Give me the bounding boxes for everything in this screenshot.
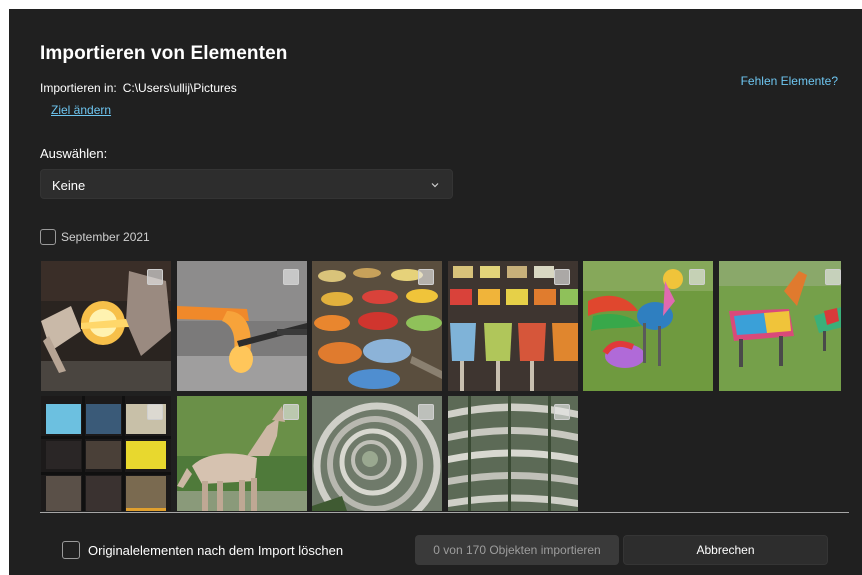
cancel-button[interactable]: Abbrechen: [623, 535, 828, 565]
import-button[interactable]: 0 von 170 Objekten importieren: [415, 535, 619, 565]
date-group-label: September 2021: [61, 229, 150, 244]
photo-tile[interactable]: [41, 396, 171, 511]
photo-checkbox[interactable]: [825, 269, 841, 285]
change-target-link[interactable]: Ziel ändern: [51, 103, 111, 117]
photo-tile[interactable]: [312, 396, 442, 511]
photo-tile[interactable]: [312, 261, 442, 391]
select-dropdown[interactable]: Keine: [40, 169, 453, 199]
photo-thumbnail: [719, 261, 841, 391]
import-destination-path: C:\Users\ullij\Pictures: [122, 81, 237, 95]
import-destination-label: Importieren in:: [40, 81, 117, 95]
select-label: Auswählen:: [40, 146, 108, 161]
select-dropdown-value: Keine: [52, 178, 86, 193]
photo-tile[interactable]: [41, 261, 171, 391]
delete-originals-label: Originalelementen nach dem Import lösche…: [88, 542, 344, 558]
photo-checkbox[interactable]: [147, 404, 163, 420]
photo-checkbox[interactable]: [283, 404, 299, 420]
photo-checkbox[interactable]: [554, 404, 570, 420]
photo-grid: [41, 261, 841, 511]
missing-items-link[interactable]: Fehlen Elemente?: [741, 74, 838, 88]
grid-divider: [40, 512, 849, 513]
date-group-row: September 2021: [40, 228, 150, 246]
delete-originals-option: Originalelementen nach dem Import lösche…: [62, 541, 343, 559]
photo-tile[interactable]: [177, 396, 307, 511]
photo-checkbox[interactable]: [283, 269, 299, 285]
dialog-title: Importieren von Elementen: [40, 43, 288, 64]
photo-checkbox[interactable]: [418, 269, 434, 285]
photo-tile[interactable]: [448, 396, 578, 511]
photo-tile[interactable]: [448, 261, 578, 391]
delete-originals-checkbox[interactable]: [62, 541, 80, 559]
photo-checkbox[interactable]: [689, 269, 705, 285]
photo-tile[interactable]: [719, 261, 841, 391]
photo-checkbox[interactable]: [418, 404, 434, 420]
photo-checkbox[interactable]: [147, 269, 163, 285]
import-destination: Importieren in: C:\Users\ullij\Pictures: [40, 81, 237, 95]
photo-checkbox[interactable]: [554, 269, 570, 285]
chevron-down-icon: [431, 183, 439, 188]
photo-tile[interactable]: [583, 261, 713, 391]
date-group-checkbox[interactable]: [40, 228, 56, 245]
photo-tile[interactable]: [177, 261, 307, 391]
